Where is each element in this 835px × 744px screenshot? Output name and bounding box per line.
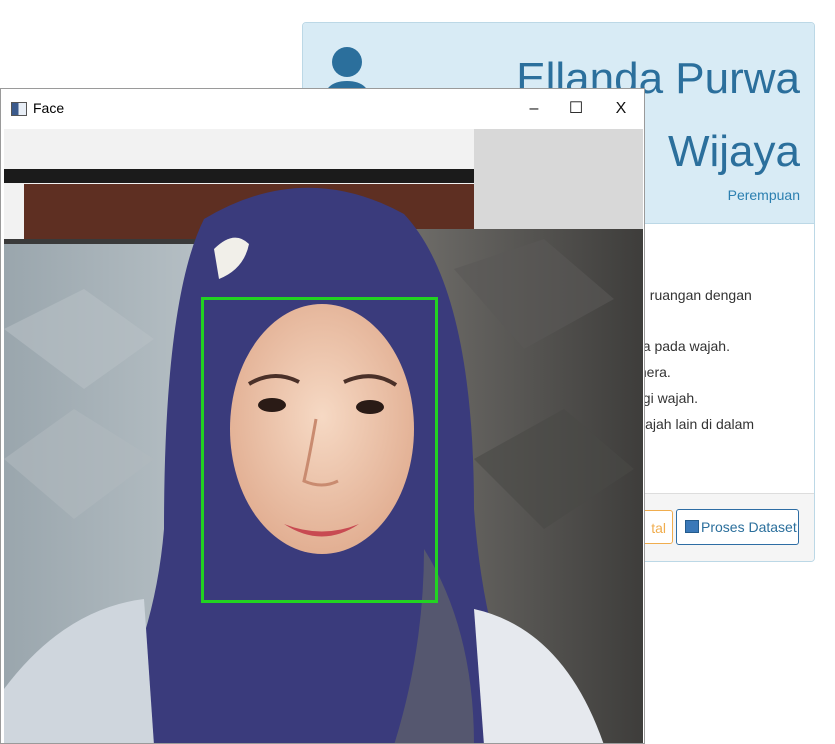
instruction-line: wajah lain di dalam (635, 416, 755, 432)
camera-frame (4, 129, 643, 743)
maximize-button[interactable]: ☐ (556, 93, 596, 125)
close-button[interactable]: X (601, 93, 641, 125)
proses-dataset-button[interactable]: Proses Dataset (676, 509, 799, 545)
face-detection-box (201, 297, 438, 603)
proses-dataset-label: Proses Dataset (701, 519, 797, 535)
minimize-button[interactable]: – (514, 93, 554, 125)
app-icon (11, 102, 27, 116)
window-titlebar[interactable]: Face – ☐ X (1, 89, 644, 129)
instruction-line: di ruangan dengan (635, 287, 752, 303)
window-title: Face (33, 100, 65, 116)
image-icon (685, 520, 699, 533)
face-window[interactable]: Face – ☐ X (0, 88, 645, 744)
instruction-line: da pada wajah. (635, 338, 730, 354)
profile-gender: Perempuan (727, 187, 800, 203)
